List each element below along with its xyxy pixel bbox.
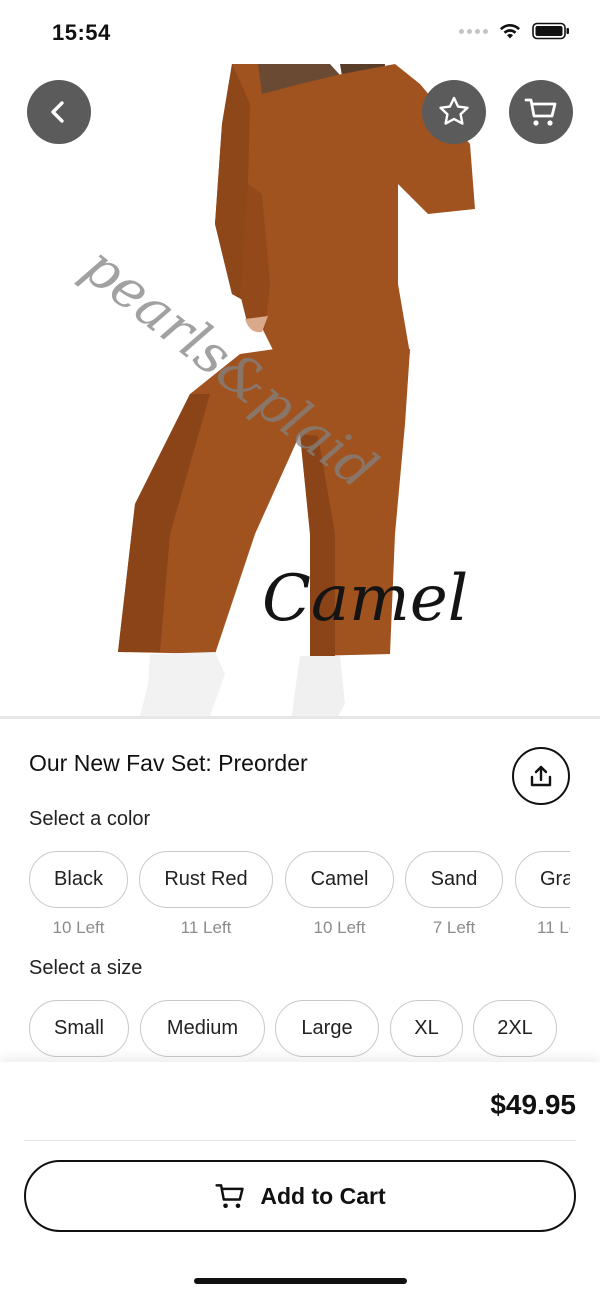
- back-button[interactable]: [27, 80, 91, 144]
- product-title: Our New Fav Set: Preorder: [29, 750, 308, 776]
- stock-count: 11 Le: [537, 918, 570, 937]
- home-indicator[interactable]: [194, 1278, 407, 1284]
- chevron-left-icon: [51, 101, 64, 123]
- color-option-camel[interactable]: Camel 10 Left: [285, 851, 394, 938]
- status-bar: 15:54: [0, 0, 600, 64]
- image-divider: [0, 716, 600, 719]
- size-option-medium[interactable]: Medium: [140, 1000, 265, 1057]
- size-section-label: Select a size: [29, 957, 143, 979]
- add-to-cart-button[interactable]: Add to Cart: [24, 1160, 576, 1232]
- color-caption: Camel: [262, 562, 469, 636]
- stock-count: 10 Left: [313, 918, 366, 937]
- battery-icon: [532, 22, 569, 40]
- size-option-xl[interactable]: XL: [390, 1000, 463, 1057]
- color-section-label: Select a color: [29, 808, 151, 830]
- add-to-cart-label: Add to Cart: [260, 1182, 386, 1209]
- color-pill[interactable]: Sand: [405, 851, 503, 908]
- favorite-button[interactable]: [422, 80, 486, 144]
- stock-count: 10 Left: [52, 918, 105, 937]
- cart-icon: [215, 1184, 245, 1209]
- color-option-rust-red[interactable]: Rust Red 11 Left: [139, 851, 273, 938]
- color-pill[interactable]: Gra: [515, 851, 570, 908]
- color-option-sand[interactable]: Sand 7 Left: [405, 851, 503, 938]
- wifi-icon: [500, 23, 520, 39]
- color-pill[interactable]: Rust Red: [139, 851, 273, 908]
- stock-count: 7 Left: [432, 918, 476, 937]
- size-option-small[interactable]: Small: [29, 1000, 129, 1057]
- color-option-black[interactable]: Black 10 Left: [29, 851, 128, 938]
- product-price: $49.95: [490, 1089, 576, 1120]
- color-options: Black 10 Left Rust Red 11 Left Camel 10 …: [29, 851, 570, 946]
- cart-icon: [524, 98, 557, 126]
- color-pill[interactable]: Black: [29, 851, 128, 908]
- color-pill[interactable]: Camel: [285, 851, 394, 908]
- panel-divider: [24, 1140, 576, 1141]
- stock-count: 11 Left: [180, 918, 232, 937]
- product-image[interactable]: pearls&plaid Camel: [0, 64, 600, 716]
- size-option-2xl[interactable]: 2XL: [473, 1000, 557, 1057]
- checkout-panel: $49.95 Add to Cart: [0, 1062, 600, 1299]
- cart-button[interactable]: [509, 80, 573, 144]
- share-icon: [530, 765, 552, 787]
- status-time: 15:54: [52, 20, 111, 45]
- status-icons: [459, 22, 570, 40]
- star-icon: [439, 96, 469, 125]
- share-button[interactable]: [512, 747, 570, 805]
- signal-icon: [459, 28, 488, 34]
- color-option-gray[interactable]: Gra 11 Le: [515, 851, 570, 938]
- size-option-large[interactable]: Large: [275, 1000, 379, 1057]
